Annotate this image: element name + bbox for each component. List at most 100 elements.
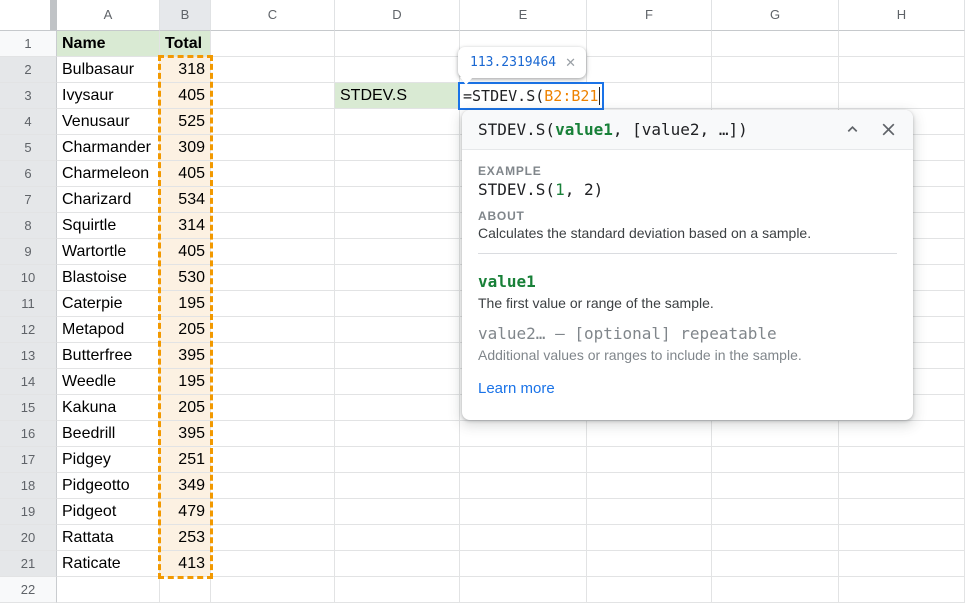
- cell-H1[interactable]: [839, 31, 965, 57]
- cell-B16[interactable]: 395: [160, 421, 211, 447]
- cell-B1[interactable]: Total: [160, 31, 211, 57]
- cell-A4[interactable]: Venusaur: [57, 109, 160, 135]
- cell-B5[interactable]: 309: [160, 135, 211, 161]
- row-header-12[interactable]: 12: [0, 317, 57, 343]
- cell-C7[interactable]: [211, 187, 335, 213]
- cell-A20[interactable]: Rattata: [57, 525, 160, 551]
- cell-E20[interactable]: [460, 525, 587, 551]
- row-header-21[interactable]: 21: [0, 551, 57, 577]
- cell-A17[interactable]: Pidgey: [57, 447, 160, 473]
- row-header-7[interactable]: 7: [0, 187, 57, 213]
- cell-C17[interactable]: [211, 447, 335, 473]
- collapse-icon[interactable]: [845, 122, 860, 137]
- cell-G20[interactable]: [712, 525, 839, 551]
- cell-B6[interactable]: 405: [160, 161, 211, 187]
- column-header-F[interactable]: F: [587, 0, 712, 31]
- cell-D17[interactable]: [335, 447, 460, 473]
- cell-D20[interactable]: [335, 525, 460, 551]
- close-icon[interactable]: [880, 121, 897, 138]
- cell-B7[interactable]: 534: [160, 187, 211, 213]
- cell-A3[interactable]: Ivysaur: [57, 83, 160, 109]
- cell-G3[interactable]: [712, 83, 839, 109]
- cell-E16[interactable]: [460, 421, 587, 447]
- cell-C6[interactable]: [211, 161, 335, 187]
- cell-C10[interactable]: [211, 265, 335, 291]
- row-header-22[interactable]: 22: [0, 577, 57, 603]
- cell-E17[interactable]: [460, 447, 587, 473]
- cell-B3[interactable]: 405: [160, 83, 211, 109]
- cell-C21[interactable]: [211, 551, 335, 577]
- cell-G22[interactable]: [712, 577, 839, 603]
- cell-F21[interactable]: [587, 551, 712, 577]
- cell-C18[interactable]: [211, 473, 335, 499]
- row-header-6[interactable]: 6: [0, 161, 57, 187]
- row-header-11[interactable]: 11: [0, 291, 57, 317]
- cell-B13[interactable]: 395: [160, 343, 211, 369]
- cell-H17[interactable]: [839, 447, 965, 473]
- cell-A15[interactable]: Kakuna: [57, 395, 160, 421]
- cell-C13[interactable]: [211, 343, 335, 369]
- cell-A6[interactable]: Charmeleon: [57, 161, 160, 187]
- cell-A5[interactable]: Charmander: [57, 135, 160, 161]
- row-header-19[interactable]: 19: [0, 499, 57, 525]
- cell-F16[interactable]: [587, 421, 712, 447]
- cell-H20[interactable]: [839, 525, 965, 551]
- cell-H2[interactable]: [839, 57, 965, 83]
- row-header-14[interactable]: 14: [0, 369, 57, 395]
- cell-C9[interactable]: [211, 239, 335, 265]
- row-header-3[interactable]: 3: [0, 83, 57, 109]
- row-header-15[interactable]: 15: [0, 395, 57, 421]
- column-header-H[interactable]: H: [839, 0, 965, 31]
- column-header-G[interactable]: G: [712, 0, 839, 31]
- tooltip-close-icon[interactable]: ✕: [565, 56, 576, 69]
- cell-C1[interactable]: [211, 31, 335, 57]
- cell-D9[interactable]: [335, 239, 460, 265]
- select-all-corner[interactable]: [0, 0, 57, 31]
- cell-C15[interactable]: [211, 395, 335, 421]
- row-header-17[interactable]: 17: [0, 447, 57, 473]
- cell-B19[interactable]: 479: [160, 499, 211, 525]
- cell-H19[interactable]: [839, 499, 965, 525]
- formula-editor-cell-E3[interactable]: =STDEV.S(B2:B21: [458, 82, 604, 110]
- cell-F3[interactable]: [587, 83, 712, 109]
- cell-F20[interactable]: [587, 525, 712, 551]
- cell-F2[interactable]: [587, 57, 712, 83]
- cell-C22[interactable]: [211, 577, 335, 603]
- cell-C3[interactable]: [211, 83, 335, 109]
- cell-B12[interactable]: 205: [160, 317, 211, 343]
- cell-A1[interactable]: Name: [57, 31, 160, 57]
- cell-G21[interactable]: [712, 551, 839, 577]
- row-header-13[interactable]: 13: [0, 343, 57, 369]
- cell-D12[interactable]: [335, 317, 460, 343]
- cell-A12[interactable]: Metapod: [57, 317, 160, 343]
- cell-C16[interactable]: [211, 421, 335, 447]
- cell-B9[interactable]: 405: [160, 239, 211, 265]
- cell-A16[interactable]: Beedrill: [57, 421, 160, 447]
- cell-E19[interactable]: [460, 499, 587, 525]
- cell-E18[interactable]: [460, 473, 587, 499]
- cell-D7[interactable]: [335, 187, 460, 213]
- cell-D5[interactable]: [335, 135, 460, 161]
- column-header-E[interactable]: E: [460, 0, 587, 31]
- cell-D22[interactable]: [335, 577, 460, 603]
- cell-F18[interactable]: [587, 473, 712, 499]
- cell-A2[interactable]: Bulbasaur: [57, 57, 160, 83]
- cell-B22[interactable]: [160, 577, 211, 603]
- cell-A10[interactable]: Blastoise: [57, 265, 160, 291]
- cell-D11[interactable]: [335, 291, 460, 317]
- column-header-A[interactable]: A: [57, 0, 160, 31]
- row-header-8[interactable]: 8: [0, 213, 57, 239]
- cell-B18[interactable]: 349: [160, 473, 211, 499]
- cell-B8[interactable]: 314: [160, 213, 211, 239]
- row-header-2[interactable]: 2: [0, 57, 57, 83]
- cell-D1[interactable]: [335, 31, 460, 57]
- cell-F17[interactable]: [587, 447, 712, 473]
- cell-D10[interactable]: [335, 265, 460, 291]
- cell-B15[interactable]: 205: [160, 395, 211, 421]
- cell-D21[interactable]: [335, 551, 460, 577]
- cell-B2[interactable]: 318: [160, 57, 211, 83]
- row-header-4[interactable]: 4: [0, 109, 57, 135]
- cell-B20[interactable]: 253: [160, 525, 211, 551]
- cell-C5[interactable]: [211, 135, 335, 161]
- cell-D14[interactable]: [335, 369, 460, 395]
